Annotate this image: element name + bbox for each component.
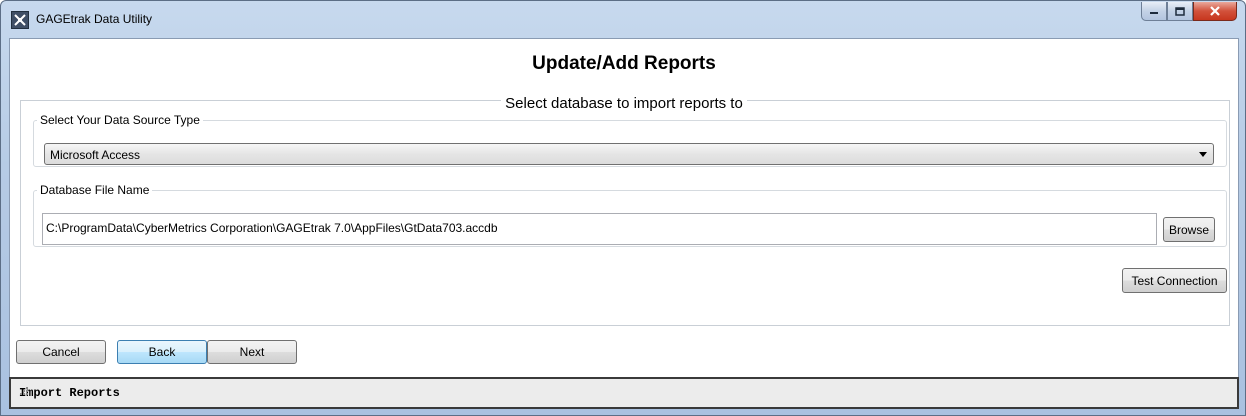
window-title: GAGEtrak Data Utility	[36, 12, 153, 26]
page-subtitle: Select database to import reports to	[10, 95, 1238, 112]
database-label: Database File Name	[40, 183, 150, 197]
minimize-button[interactable]	[1141, 2, 1167, 21]
datasource-select[interactable]: Microsoft Access	[44, 143, 1214, 165]
window-controls	[1141, 2, 1237, 22]
cancel-button[interactable]: Cancel	[16, 340, 106, 364]
datasource-label: Select Your Data Source Type	[40, 113, 200, 127]
chevron-down-icon	[1199, 152, 1207, 157]
maximize-icon	[1168, 2, 1192, 20]
close-button[interactable]	[1193, 2, 1237, 21]
maximize-button[interactable]	[1167, 2, 1193, 21]
resize-grip-icon[interactable]	[19, 386, 1234, 405]
page-title: Update/Add Reports	[532, 53, 716, 74]
app-window: GAGEtrak Data Utility Update/Add Reports	[0, 0, 1246, 416]
next-button[interactable]: Next	[207, 340, 297, 364]
close-icon	[1194, 2, 1236, 20]
database-group: Database File Name Browse	[33, 183, 1227, 247]
browse-button[interactable]: Browse	[1163, 217, 1215, 242]
test-connection-button[interactable]: Test Connection	[1122, 268, 1227, 293]
datasource-group: Select Your Data Source Type Microsoft A…	[33, 113, 1227, 167]
back-button[interactable]: Back	[117, 340, 207, 364]
database-file-field[interactable]	[42, 213, 1157, 245]
app-icon	[11, 11, 29, 29]
database-file-input[interactable]	[46, 221, 1146, 235]
client-area: Update/Add Reports Select Your Data Sour…	[9, 38, 1239, 409]
content-panel: Select Your Data Source Type Microsoft A…	[20, 100, 1230, 326]
title-bar[interactable]: GAGEtrak Data Utility	[1, 1, 1245, 39]
page-subtitle-text: Select database to import reports to	[501, 95, 747, 112]
status-bar: Import Reports	[9, 377, 1239, 409]
minimize-icon	[1142, 2, 1166, 20]
datasource-selected-value: Microsoft Access	[50, 148, 141, 162]
